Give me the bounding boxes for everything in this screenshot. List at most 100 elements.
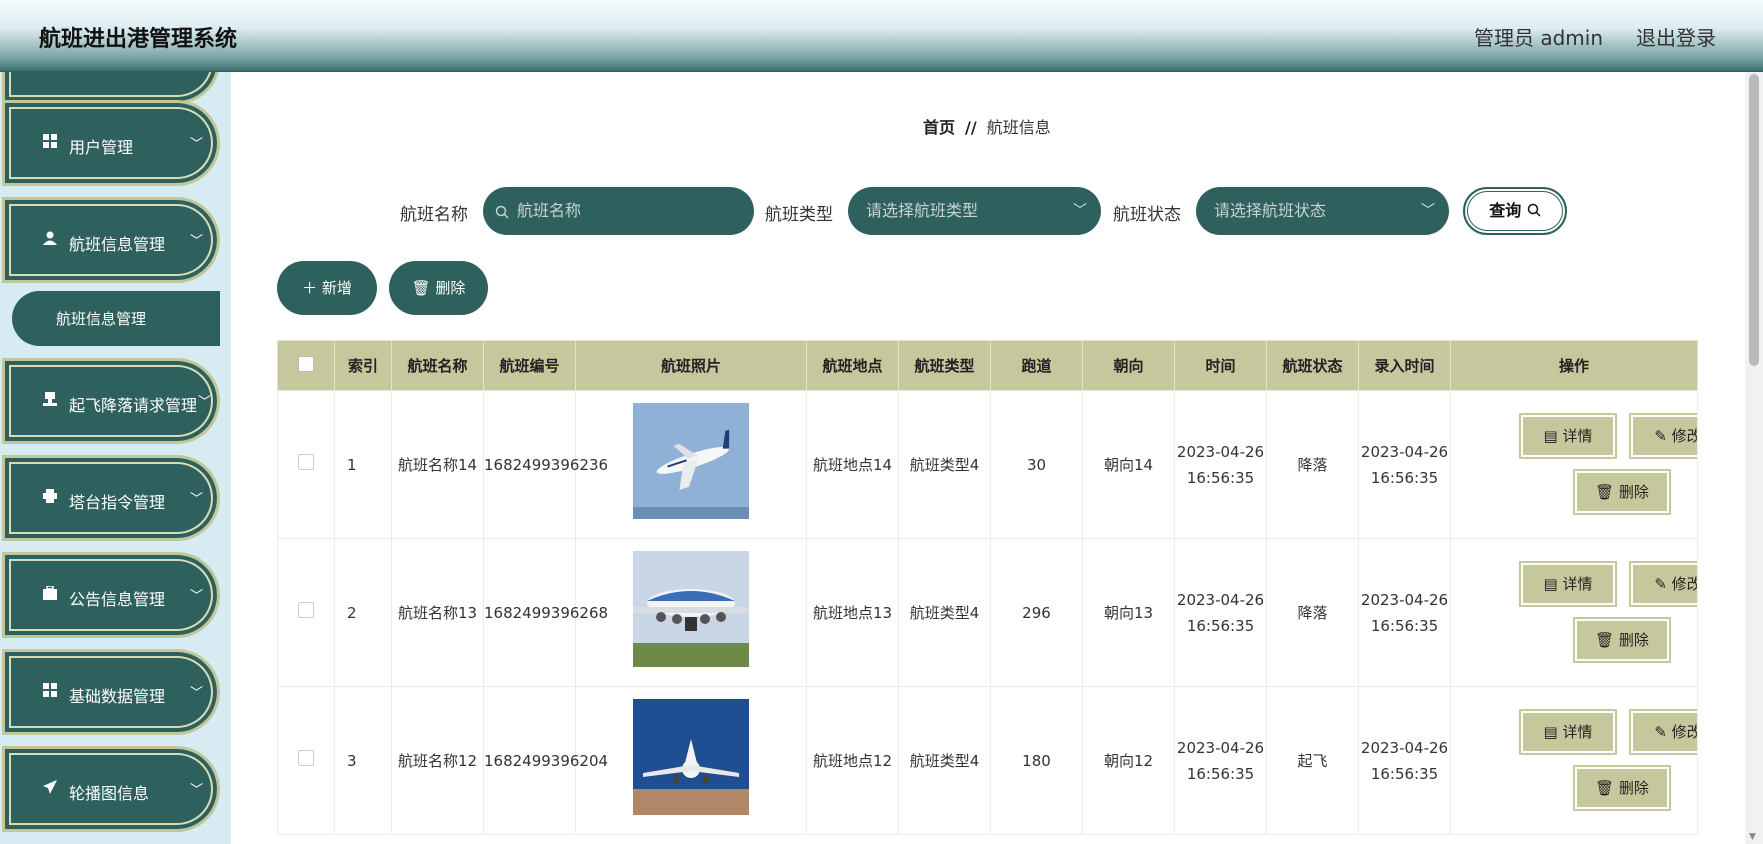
trash-icon: 🗑 — [1595, 631, 1615, 649]
status-cell: 降落 — [1266, 538, 1359, 687]
select-all-checkbox[interactable] — [298, 355, 314, 372]
flight-status-select[interactable]: 请选择航班状态 ﹀ — [1196, 187, 1449, 235]
name-cell: 航班名称12 — [391, 686, 484, 835]
sidebar-item-label: 塔台指令管理 — [69, 493, 166, 512]
table-header-row: 索引 航班名称 航班编号 航班照片 航班地点 航班类型 跑道 朝向 时间 航班状… — [277, 340, 1698, 391]
delete-button[interactable]: 🗑 删除 — [1575, 767, 1669, 809]
chevron-down-icon: ﹀ — [1421, 203, 1435, 219]
sidebar-item-label: 公告信息管理 — [69, 590, 166, 609]
edit-button[interactable]: ✎ 修改 — [1631, 563, 1697, 605]
edit-label: 修改 — [1671, 427, 1697, 445]
location-cell: 航班地点12 — [806, 686, 899, 835]
direction-cell: 朝向13 — [1082, 538, 1175, 687]
row-checkbox[interactable] — [298, 601, 314, 618]
query-button[interactable]: 查询 — [1463, 187, 1567, 235]
trash-icon: 🗑 — [1595, 779, 1615, 797]
type-cell: 航班类型4 — [898, 538, 991, 687]
table-row: 2 航班名称13 1682499396268 航班地点13 航班类型4 296 … — [277, 538, 1698, 687]
chevron-down-icon: ﹀ — [189, 137, 203, 152]
chevron-down-icon: ﹀ — [197, 395, 211, 410]
created-cell: 2023-04-26 16:56:35 — [1358, 390, 1451, 539]
flight-photo[interactable] — [633, 698, 749, 815]
document-icon: ▤ — [1543, 723, 1558, 741]
delete-button[interactable]: 🗑 删除 — [1575, 471, 1669, 513]
plus-icon: ＋ — [302, 279, 318, 297]
flight-photo[interactable] — [633, 550, 749, 667]
row-select-cell — [277, 390, 335, 539]
sidebar-subitem-flight-info[interactable]: 航班信息管理 — [12, 291, 220, 346]
sidebar-item-basic-data[interactable]: 基础数据管理 ﹀ — [2, 649, 220, 735]
row-checkbox[interactable] — [298, 749, 314, 766]
sidebar-item-label: 基础数据管理 — [69, 687, 166, 706]
edit-label: 修改 — [1671, 575, 1697, 593]
app-title: 航班进出港管理系统 — [39, 27, 238, 52]
scrollbar-thumb[interactable] — [1749, 74, 1759, 366]
flight-type-placeholder: 请选择航班类型 — [866, 201, 979, 220]
chevron-down-icon: ﹀ — [189, 234, 203, 249]
breadcrumb-home[interactable]: 首页 — [923, 118, 955, 137]
flight-name-input[interactable]: 航班名称 — [483, 187, 754, 235]
flight-name-placeholder: 航班名称 — [517, 201, 582, 220]
time-cell: 2023-04-26 16:56:35 — [1174, 686, 1267, 835]
photo-cell — [575, 390, 807, 539]
select-all-cell — [277, 340, 335, 391]
status-cell: 起飞 — [1266, 686, 1359, 835]
location-cell: 航班地点14 — [806, 390, 899, 539]
search-icon — [495, 187, 509, 235]
detail-label: 详情 — [1562, 575, 1593, 593]
status-cell: 降落 — [1266, 390, 1359, 539]
detail-button[interactable]: ▤ 详情 — [1521, 563, 1615, 605]
page-scrollbar[interactable]: ▼ — [1745, 72, 1763, 844]
top-header: 航班进出港管理系统 管理员 admin 退出登录 — [0, 0, 1763, 72]
sidebar: 用户管理 ﹀ 航班信息管理 ﹀ 航班信息管理 起飞降落请求管理 ﹀ 塔台指令管理… — [0, 72, 231, 844]
column-header: 索引 — [334, 340, 392, 391]
edit-button[interactable]: ✎ 修改 — [1631, 415, 1697, 457]
sidebar-item-carousel[interactable]: 轮播图信息 ﹀ — [2, 746, 220, 832]
column-header: 时间 — [1174, 340, 1267, 391]
scroll-down-arrow-icon[interactable]: ▼ — [1749, 832, 1756, 842]
current-user: 管理员 admin — [1473, 26, 1603, 50]
delete-label: 删除 — [1618, 631, 1649, 649]
sidebar-item-flight-info[interactable]: 航班信息管理 ﹀ — [2, 197, 220, 283]
delete-label: 删除 — [435, 279, 466, 297]
chevron-down-icon: ﹀ — [1073, 203, 1087, 219]
add-button[interactable]: ＋ 新增 — [277, 261, 377, 315]
flight-photo[interactable] — [633, 402, 749, 519]
edit-label: 修改 — [1671, 723, 1697, 741]
delete-button[interactable]: 🗑 删除 — [1575, 619, 1669, 661]
column-header: 航班照片 — [575, 340, 807, 391]
user-icon — [41, 231, 59, 249]
detail-button[interactable]: ▤ 详情 — [1521, 415, 1615, 457]
column-header: 航班地点 — [806, 340, 899, 391]
logout-link[interactable]: 退出登录 — [1636, 22, 1716, 51]
detail-button[interactable]: ▤ 详情 — [1521, 711, 1615, 753]
sidebar-item-announcements[interactable]: 公告信息管理 ﹀ — [2, 552, 220, 638]
column-header: 跑道 — [990, 340, 1083, 391]
created-cell: 2023-04-26 16:56:35 — [1358, 538, 1451, 687]
trash-icon: 🗑 — [411, 279, 431, 297]
pencil-icon: ✎ — [1654, 575, 1667, 593]
stamp-icon — [41, 392, 59, 410]
sidebar-item-takeoff-landing-requests[interactable]: 起飞降落请求管理 ﹀ — [2, 358, 220, 444]
flight-type-label: 航班类型 — [765, 205, 833, 225]
time-cell: 2023-04-26 16:56:35 — [1174, 390, 1267, 539]
sidebar-item-tower-commands[interactable]: 塔台指令管理 ﹀ — [2, 455, 220, 541]
delete-label: 删除 — [1618, 779, 1649, 797]
table-row: 3 航班名称12 1682499396204 航班地点12 航班类型4 180 — [277, 686, 1698, 835]
sidebar-item-label: 用户管理 — [69, 138, 134, 157]
flight-type-select[interactable]: 请选择航班类型 ﹀ — [848, 187, 1101, 235]
query-label: 查询 — [1489, 201, 1522, 220]
row-checkbox[interactable] — [298, 453, 314, 470]
column-header: 航班编号 — [483, 340, 576, 391]
flight-status-label: 航班状态 — [1113, 205, 1181, 225]
column-header: 航班类型 — [898, 340, 991, 391]
code-cell: 1682499396204 — [483, 686, 608, 835]
edit-button[interactable]: ✎ 修改 — [1631, 711, 1697, 753]
trash-icon: 🗑 — [1595, 483, 1615, 501]
sidebar-subitem-label: 航班信息管理 — [56, 310, 147, 328]
table-row: 1 航班名称14 1682499396236 航班地点14 航班类型4 30 朝… — [277, 390, 1698, 539]
code-cell: 1682499396236 — [483, 390, 608, 539]
batch-delete-button[interactable]: 🗑 删除 — [389, 261, 488, 315]
sidebar-item-label: 轮播图信息 — [69, 784, 150, 803]
sidebar-item-users[interactable]: 用户管理 ﹀ — [2, 100, 220, 186]
